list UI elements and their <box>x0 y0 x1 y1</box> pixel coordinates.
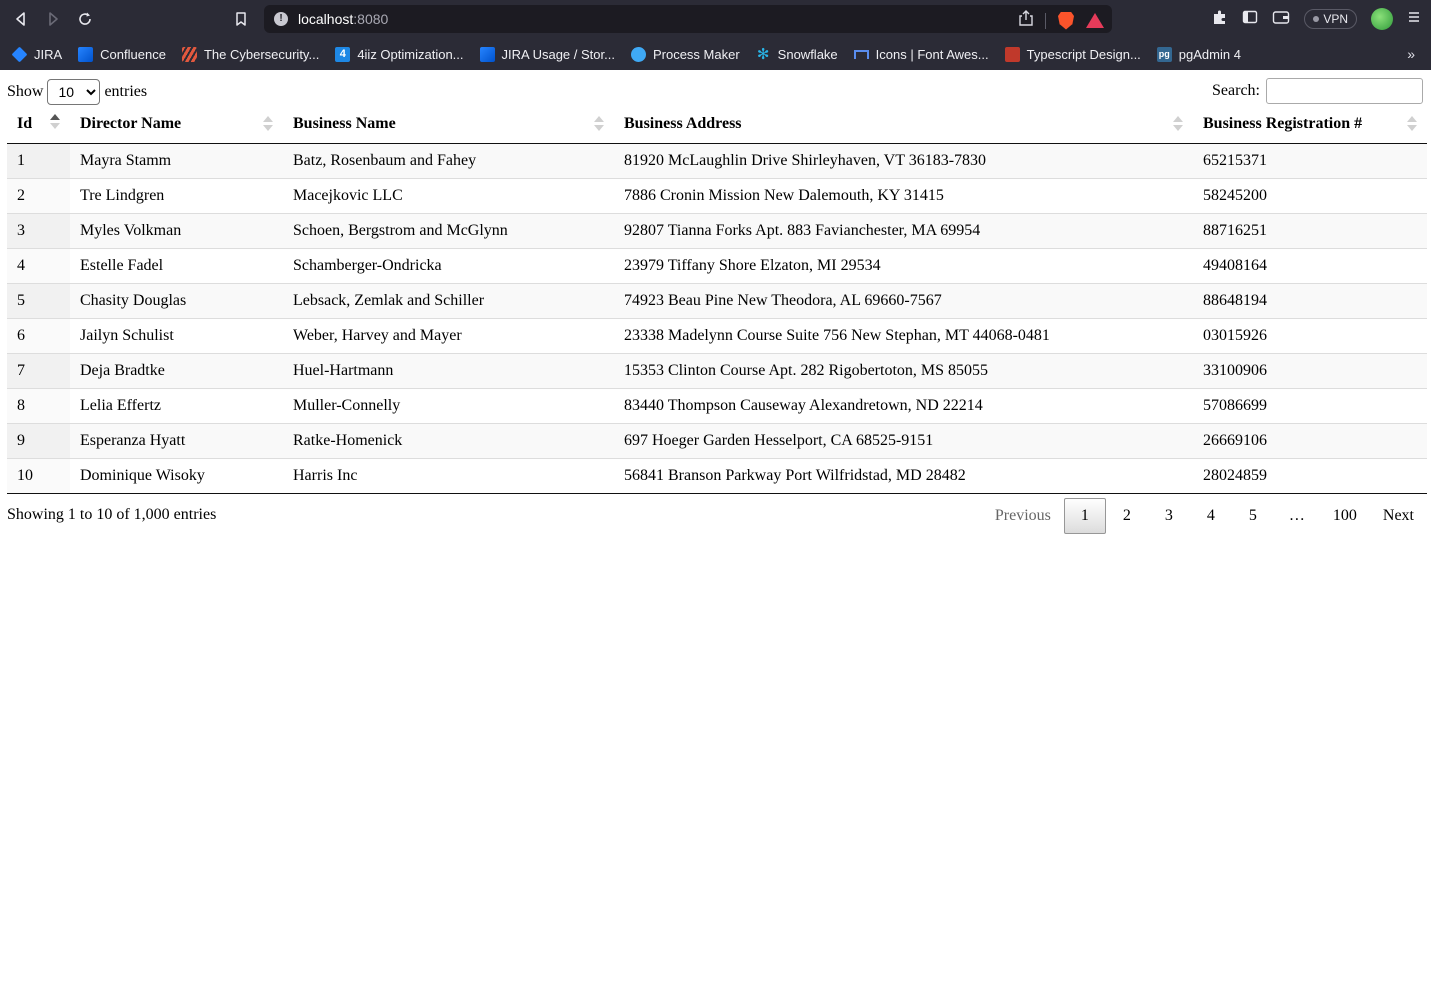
sort-icon <box>1407 116 1417 132</box>
cell-business-address: 83440 Thompson Causeway Alexandretown, N… <box>614 387 1193 423</box>
table-header-row: Id Director Name Business Name Business … <box>7 106 1427 144</box>
table-info: Showing 1 to 10 of 1,000 entries <box>7 506 217 523</box>
cell-director-name: Myles Volkman <box>70 212 283 248</box>
page-button-last[interactable]: 100 <box>1320 498 1370 534</box>
table-row: 3 Myles Volkman Schoen, Bergstrom and McGl… <box>7 212 1427 248</box>
cell-business-address: 23338 Madelynn Course Suite 756 New Step… <box>614 317 1193 353</box>
next-button[interactable]: Next <box>1370 498 1427 534</box>
table-row: 2 Tre Lindgren Macejkovic LLC 7886 Cronin M… <box>7 177 1427 213</box>
search-label: Search: <box>1212 82 1260 99</box>
cell-business-address: 7886 Cronin Mission New Dalemouth, KY 31… <box>614 177 1193 213</box>
cell-business-registration: 57086699 <box>1193 387 1427 423</box>
column-header-business-address[interactable]: Business Address <box>614 106 1193 144</box>
cell-id: 7 <box>7 352 70 388</box>
data-table: Id Director Name Business Name Business … <box>7 106 1427 494</box>
cell-director-name: Lelia Effertz <box>70 387 283 423</box>
cell-business-name: Ratke-Homenick <box>283 422 614 458</box>
previous-button[interactable]: Previous <box>982 498 1064 534</box>
cell-business-registration: 28024859 <box>1193 457 1427 493</box>
page-button-5[interactable]: 5 <box>1232 498 1274 534</box>
cell-business-name: Lebsack, Zemlak and Schiller <box>283 282 614 318</box>
cell-business-registration: 49408164 <box>1193 247 1427 283</box>
cell-director-name: Tre Lindgren <box>70 177 283 213</box>
table-row: 4 Estelle Fadel Schamberger-Ondricka 23979 … <box>7 247 1427 283</box>
cell-business-registration: 26669106 <box>1193 422 1427 458</box>
table-row: 9 Esperanza Hyatt Ratke-Homenick 697 Hoeger… <box>7 422 1427 458</box>
cell-id: 10 <box>7 457 70 493</box>
cell-business-registration: 33100906 <box>1193 352 1427 388</box>
cell-business-address: 697 Hoeger Garden Hesselport, CA 68525-9… <box>614 422 1193 458</box>
cell-id: 9 <box>7 422 70 458</box>
search-control: Search: <box>1212 78 1423 104</box>
cell-business-address: 74923 Beau Pine New Theodora, AL 69660-7… <box>614 282 1193 318</box>
cell-id: 1 <box>7 143 70 178</box>
cell-director-name: Mayra Stamm <box>80 151 172 169</box>
cell-business-address: 56841 Branson Parkway Port Wilfridstad, … <box>614 457 1193 493</box>
cell-director-name: Jailyn Schulist <box>70 317 283 353</box>
table-row: 8 Lelia Effertz Muller-Connelly 83440 Thomp… <box>7 387 1427 423</box>
column-header-business-registration[interactable]: Business Registration # <box>1193 106 1427 144</box>
cell-business-name: Harris Inc <box>283 457 614 493</box>
sort-icon <box>1173 116 1183 132</box>
show-label: Show <box>7 83 44 100</box>
table-row: 7 Deja Bradtke Huel-Hartmann 15353 Clinton … <box>7 352 1427 388</box>
page-length-control: Show 10 entries <box>7 79 147 105</box>
cell-id: 4 <box>7 247 70 283</box>
pagination: Previous 1 2 3 4 5 … 100 Next <box>982 498 1427 534</box>
cell-business-registration: 65215371 <box>1203 151 1267 169</box>
cell-id: 6 <box>7 317 70 353</box>
cell-business-name: Schoen, Bergstrom and McGlynn <box>283 212 614 248</box>
cell-id: 5 <box>7 282 70 318</box>
cell-business-address: 23979 Tiffany Shore Elzaton, MI 29534 <box>614 247 1193 283</box>
cell-director-name: Estelle Fadel <box>70 247 283 283</box>
table-row: 5 Chasity Douglas Lebsack, Zemlak and Schi… <box>7 282 1427 318</box>
column-header-business-name[interactable]: Business Name <box>283 106 614 144</box>
cell-business-name: Batz, Rosenbaum and Fahey <box>293 151 477 169</box>
sort-icon <box>263 116 273 132</box>
cell-director-name: Chasity Douglas <box>70 282 283 318</box>
page-button-4[interactable]: 4 <box>1190 498 1232 534</box>
table-row: 10 Dominique Wisoky Harris Inc 56841 Branso… <box>7 457 1427 493</box>
page-button-1[interactable]: 1 <box>1063 498 1106 534</box>
column-header-director-name[interactable]: Director Name <box>70 106 283 144</box>
column-header-id[interactable]: Id <box>7 106 70 144</box>
entries-label: entries <box>104 83 148 100</box>
cell-business-registration: 88716251 <box>1193 212 1427 248</box>
page-length-select[interactable]: 10 <box>47 79 101 105</box>
cell-business-address: 92807 Tianna Forks Apt. 883 Faviancheste… <box>614 212 1193 248</box>
sort-ascending-icon <box>50 114 60 130</box>
cell-director-name: Esperanza Hyatt <box>70 422 283 458</box>
cell-id: 3 <box>7 212 70 248</box>
search-input[interactable] <box>1266 78 1423 104</box>
cell-id: 8 <box>7 387 70 423</box>
pagination-ellipsis: … <box>1288 507 1305 524</box>
cell-business-name: Huel-Hartmann <box>283 352 614 388</box>
cell-id: 2 <box>7 177 70 213</box>
table-row: 6 Jailyn Schulist Weber, Harvey and Mayer 2… <box>7 317 1427 353</box>
datatable-page: Show 10 entries Search: Id Director Name… <box>0 0 1431 931</box>
cell-business-name: Schamberger-Ondricka <box>283 247 614 283</box>
cell-business-registration: 88648194 <box>1193 282 1427 318</box>
sort-icon <box>594 116 604 132</box>
page-button-2[interactable]: 2 <box>1106 498 1148 534</box>
page-button-3[interactable]: 3 <box>1148 498 1190 534</box>
cell-business-registration: 03015926 <box>1193 317 1427 353</box>
cell-business-registration: 58245200 <box>1193 177 1427 213</box>
cell-business-address: 81920 McLaughlin Drive Shirleyhaven, VT … <box>624 151 987 169</box>
cell-director-name: Deja Bradtke <box>70 352 283 388</box>
cell-director-name: Dominique Wisoky <box>70 457 283 493</box>
table-body: 1 Mayra Stamm Batz, Rosenbaum and Fahey 819… <box>7 143 1427 493</box>
cell-business-name: Muller-Connelly <box>283 387 614 423</box>
cell-business-address: 15353 Clinton Course Apt. 282 Rigobertot… <box>614 352 1193 388</box>
cell-business-name: Macejkovic LLC <box>283 177 614 213</box>
cell-business-name: Weber, Harvey and Mayer <box>283 317 614 353</box>
table-row: 1 Mayra Stamm Batz, Rosenbaum and Fahey 819… <box>7 143 1427 178</box>
